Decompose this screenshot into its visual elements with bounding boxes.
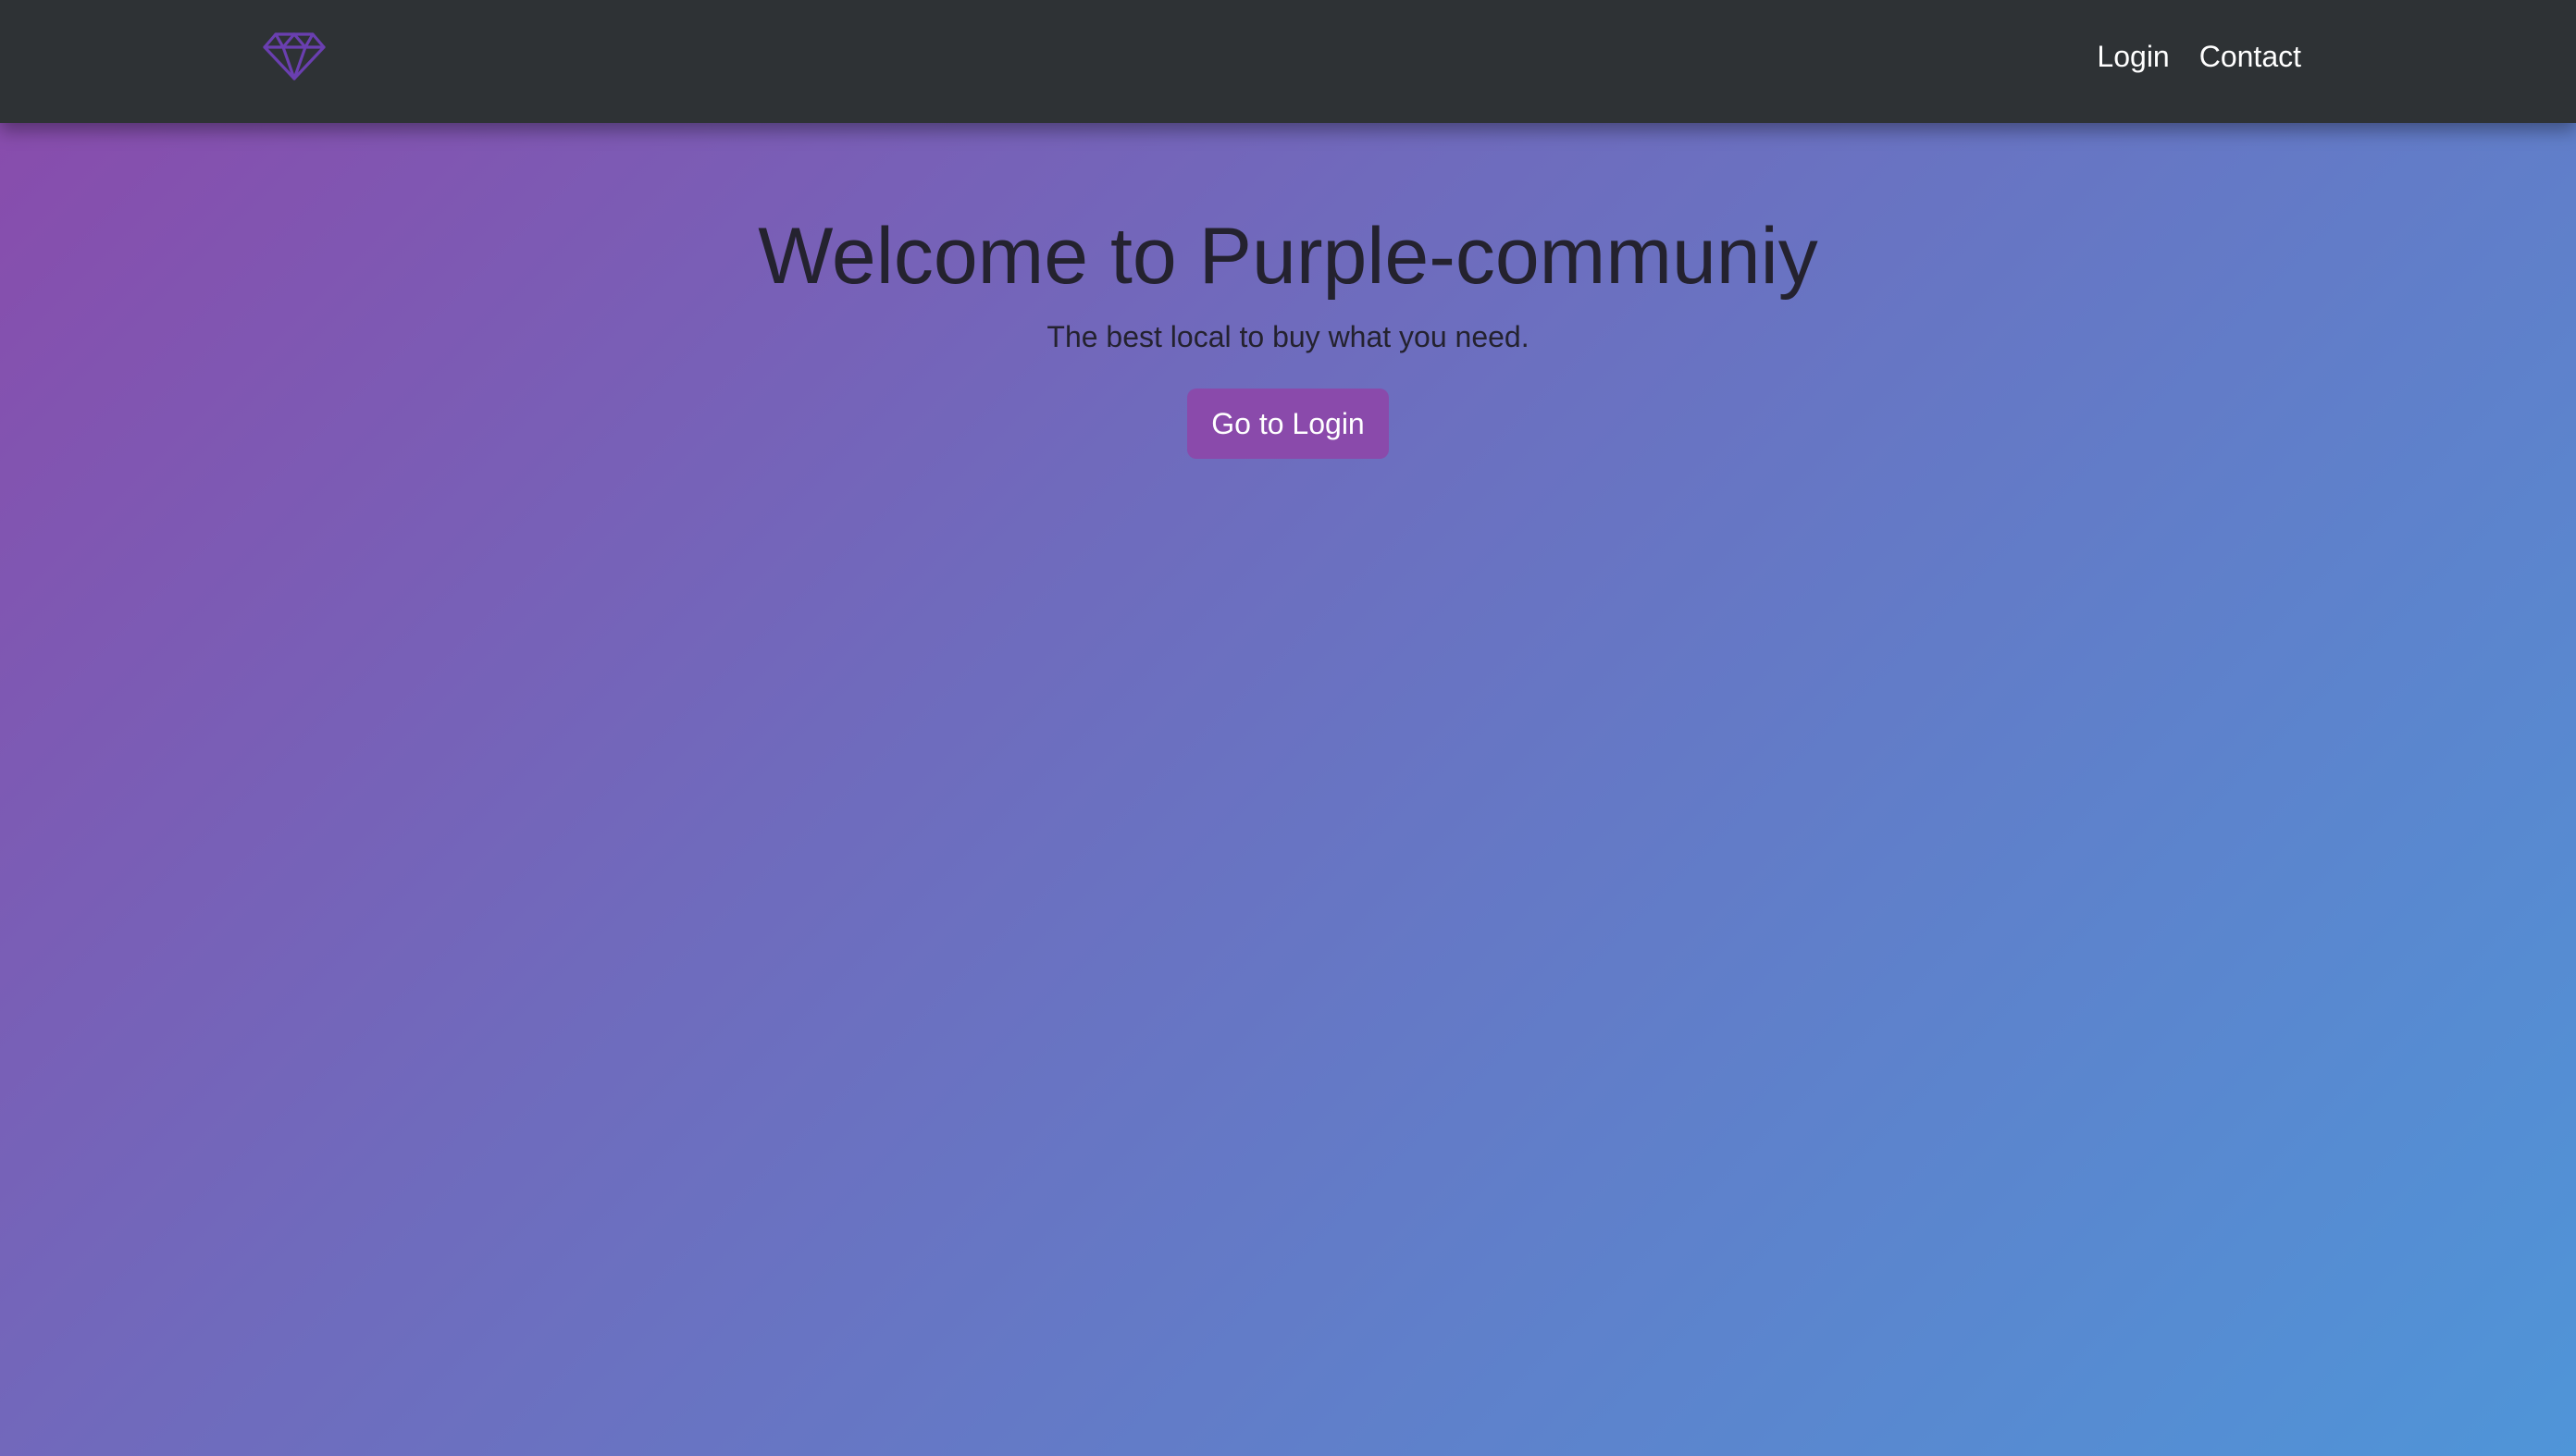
diamond-icon	[263, 32, 326, 80]
nav-link-login[interactable]: Login	[2097, 40, 2169, 74]
navbar: Login Contact	[0, 0, 2576, 123]
hero-section: Welcome to Purple-communiy The best loca…	[0, 205, 2576, 459]
nav-link-contact[interactable]: Contact	[2199, 40, 2301, 74]
hero-title: Welcome to Purple-communiy	[758, 212, 1818, 301]
nav-links: Login Contact	[2097, 0, 2301, 113]
hero-subtitle: The best local to buy what you need.	[1046, 320, 1530, 353]
go-to-login-button[interactable]: Go to Login	[1187, 389, 1389, 459]
brand-logo-link[interactable]	[263, 31, 326, 81]
